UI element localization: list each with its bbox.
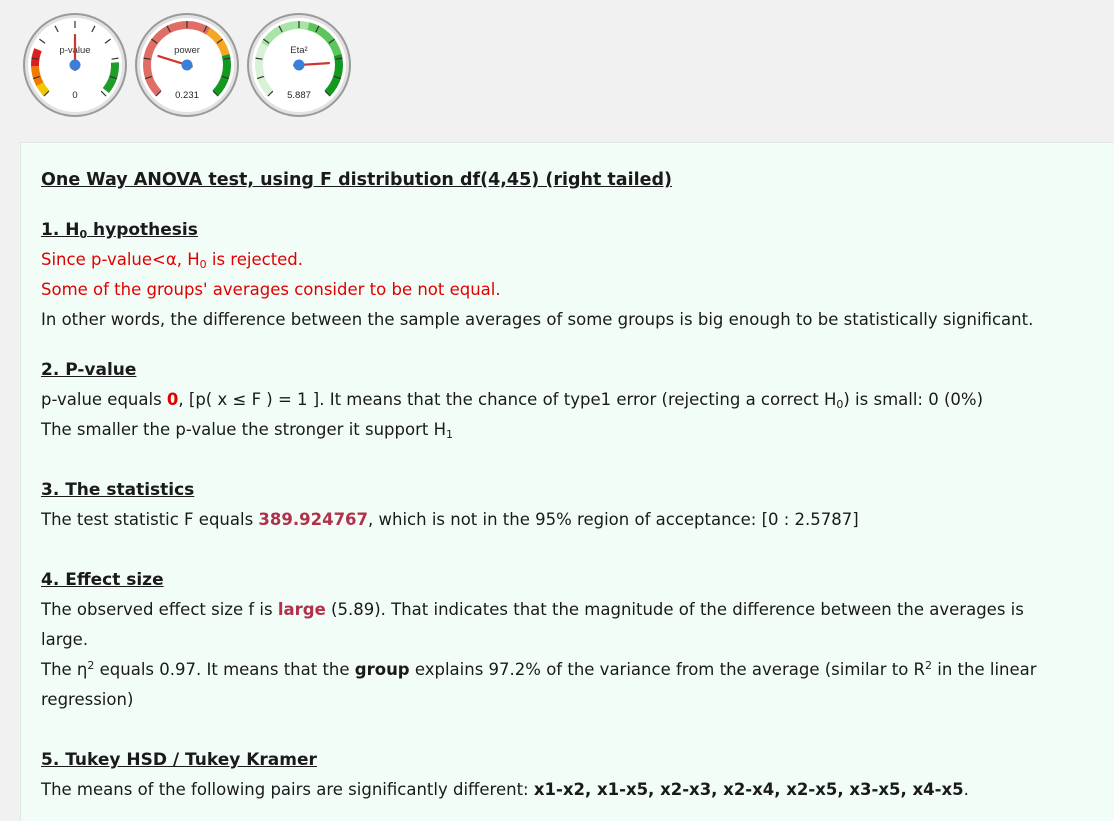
gauge-value: 0.231 xyxy=(175,90,199,101)
gauge-dial: Eta² 5.887 xyxy=(247,13,351,117)
p-value-gauge: p-value0 xyxy=(22,12,128,118)
gauge-hub xyxy=(69,59,81,71)
section-pvalue: 2. P-value p-value equals 0, [p( x ≤ F )… xyxy=(41,355,983,445)
gauges-bar: p-value0 power 0.231 Eta² 5.887 xyxy=(0,0,1114,130)
statistics-line: The test statistic F equals 389.924767, … xyxy=(41,510,859,529)
hypothesis-not-equal-line: Some of the groups' averages consider to… xyxy=(41,280,501,299)
statistics-heading: 3. The statistics xyxy=(41,480,195,500)
section-statistics: 3. The statistics The test statistic F e… xyxy=(41,475,859,535)
tukey-line: The means of the following pairs are sig… xyxy=(41,780,969,799)
pvalue-support-line: The smaller the p-value the stronger it … xyxy=(41,420,453,441)
pvalue-heading: 2. P-value xyxy=(41,360,137,380)
hypothesis-rejected-line: Since p-value<α, H0 is rejected. xyxy=(41,250,304,271)
hypothesis-heading: 1. H0 hypothesis xyxy=(41,220,198,241)
pvalue-line: p-value equals 0, [p( x ≤ F ) = 1 ]. It … xyxy=(41,390,984,411)
gauge-dial: p-value0 xyxy=(23,13,127,117)
gauge-value: 5.887 xyxy=(287,90,311,101)
gauge-value: 0 xyxy=(72,90,77,101)
gauge-dial: power 0.231 xyxy=(135,13,239,117)
results-panel: One Way ANOVA test, using F distribution… xyxy=(20,142,1114,821)
gauge-label: power xyxy=(174,45,200,56)
power-gauge: power 0.231 xyxy=(134,12,240,118)
effect-size-line: The observed effect size f is large (5.8… xyxy=(41,600,1024,619)
section-tukey: 5. Tukey HSD / Tukey Kramer The means of… xyxy=(41,745,969,805)
eta-squared-line-cont: regression) xyxy=(41,690,134,709)
gauge-band xyxy=(31,48,42,67)
hypothesis-explanation: In other words, the difference between t… xyxy=(41,310,1034,329)
eta-gauge: Eta² 5.887 xyxy=(246,12,352,118)
gauge-label: Eta² xyxy=(290,45,307,56)
eta-squared-line: The η2 equals 0.97. It means that the gr… xyxy=(41,659,1037,679)
tukey-heading: 5. Tukey HSD / Tukey Kramer xyxy=(41,750,317,770)
gauge-hub xyxy=(181,59,193,71)
test-title: One Way ANOVA test, using F distribution… xyxy=(41,170,672,190)
section-hypothesis: 1. H0 hypothesis Since p-value<α, H0 is … xyxy=(41,215,1033,335)
gauge-band xyxy=(31,65,44,87)
effect-size-line-cont: large. xyxy=(41,630,89,649)
gauge-hub xyxy=(293,59,305,71)
section-effect-size: 4. Effect size The observed effect size … xyxy=(41,565,1037,715)
effect-size-heading: 4. Effect size xyxy=(41,570,164,590)
